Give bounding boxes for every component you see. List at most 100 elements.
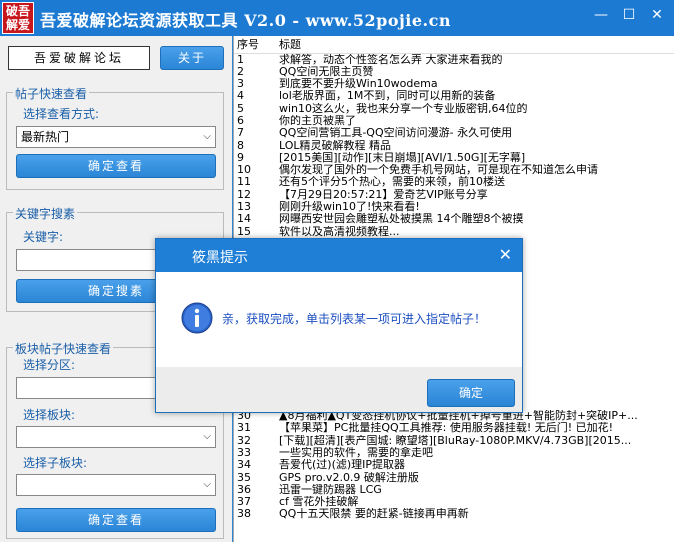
- dialog-title: 筱黑提示: [192, 250, 248, 266]
- row-title: 一些实用的软件，需要的拿走吧: [279, 447, 433, 459]
- row-number: 13: [237, 201, 251, 214]
- dialog-message: 亲，获取完成，单击列表某一项可进入指定帖子！: [222, 312, 487, 326]
- close-button[interactable]: ✕: [644, 4, 670, 26]
- row-title: cf 雪花外挂破解: [279, 496, 359, 509]
- dialog-close-icon[interactable]: ✕: [499, 245, 512, 264]
- row-title: 吾爱代(过)(滤)理IP提取器: [279, 459, 406, 472]
- table-row[interactable]: 36 迅雷一键防踢器 LCG: [234, 484, 674, 496]
- row-title: LOL精灵破解教程 精品: [279, 139, 392, 152]
- row-number: 33: [237, 447, 251, 459]
- app-logo: 破吾 解爱: [2, 2, 34, 34]
- row-title: 迅雷一键防踢器 LCG: [279, 483, 382, 496]
- row-number: 9: [237, 151, 244, 164]
- table-row[interactable]: 4 lol老版界面，1M不到，同时可以用新的装备: [234, 90, 674, 102]
- table-row[interactable]: 13 刚刚升级win10了!快来看看!: [234, 201, 674, 213]
- table-row[interactable]: 1 求解答，动态个性签名怎么弄 大家进来看我的: [234, 53, 674, 66]
- table-row[interactable]: 38 QQ十五天限禁 要的赶紧-链接再申再新: [234, 508, 674, 520]
- sub-board-label: 选择子板块:: [23, 456, 88, 470]
- logo-line-2: 解爱: [5, 18, 30, 32]
- row-number: 37: [237, 496, 251, 509]
- board-select[interactable]: ⌵: [16, 426, 216, 448]
- column-header-title[interactable]: 标题: [276, 36, 674, 54]
- table-row[interactable]: 31 【苹果菜】PC批量挂QQ工具推荐: 使用服务器挂载! 无后门! 已加花!: [234, 422, 674, 434]
- info-icon: [181, 302, 213, 334]
- row-title: 偶尔发现了国外的一个免费手机号网站，可是现在不知道怎么申请: [279, 164, 598, 177]
- chevron-down-icon: ⌵: [203, 431, 211, 442]
- confirm-view-button[interactable]: 确定查看: [16, 154, 216, 178]
- title-bar[interactable]: 破吾 解爱 吾爱破解论坛资源获取工具 V2.0 - www.52pojie.cn…: [0, 0, 674, 36]
- view-mode-label: 选择查看方式:: [23, 107, 100, 121]
- logo-line-1: 破吾: [5, 4, 30, 18]
- dialog-footer: 确定: [156, 367, 522, 412]
- sub-board-select[interactable]: ⌵: [16, 474, 216, 496]
- row-number: 3: [237, 78, 244, 91]
- row-title: QQ空间无限主页赞: [279, 65, 374, 78]
- keyword-group-title: 关键字搜素: [13, 205, 78, 222]
- dialog-body: 亲，获取完成，单击列表某一项可进入指定帖子！: [156, 272, 522, 367]
- table-row[interactable]: 8 LOL精灵破解教程 精品: [234, 140, 674, 152]
- table-row[interactable]: 12 【7月29日20:57:21】爱奇艺VIP账号分享: [234, 189, 674, 201]
- row-number: 11: [237, 176, 251, 189]
- row-number: 15: [237, 225, 251, 238]
- row-number: 6: [237, 114, 244, 127]
- row-number: 8: [237, 139, 244, 152]
- board-group-title: 板块帖子快速查看: [13, 340, 114, 357]
- row-title: 【7月29日20:57:21】爱奇艺VIP账号分享: [279, 188, 488, 201]
- row-number: 38: [237, 508, 251, 521]
- row-title: GPS pro.v2.0.9 破解注册版: [279, 471, 419, 484]
- row-title: 求解答，动态个性签名怎么弄 大家进来看我的: [279, 53, 503, 66]
- minimize-button[interactable]: —: [588, 4, 614, 26]
- row-title: 网曝西安世园会雕塑私处被摸黑 14个雕塑8个被摸: [279, 213, 524, 226]
- quick-view-group-title: 帖子快速查看: [13, 85, 90, 102]
- row-title: [下载][超清][表产国城: 瞭望塔][BluRay-1080P.MKV/4.7…: [279, 434, 632, 447]
- view-mode-select[interactable]: 最新热门 ⌵: [16, 126, 216, 148]
- chevron-down-icon: ⌵: [203, 479, 211, 490]
- row-title: lol老版界面，1M不到，同时可以用新的装备: [279, 90, 496, 103]
- row-number: 5: [237, 102, 244, 115]
- row-number: 14: [237, 213, 251, 226]
- row-title: [2015美国][动作][末日崩塌][AVI/1.50G][无字幕]: [279, 151, 526, 164]
- table-row[interactable]: 11 还有5个评分5个热心，需要的来领，前10楼送: [234, 176, 674, 188]
- dialog-title-bar[interactable]: 筱黑提示 ✕: [156, 239, 522, 272]
- confirm-board-view-button[interactable]: 确定查看: [16, 508, 216, 532]
- table-row[interactable]: 7 QQ空间营销工具-QQ空间访问漫游- 永久可使用: [234, 127, 674, 139]
- about-button[interactable]: 关于: [160, 46, 224, 70]
- chevron-down-icon: ⌵: [203, 131, 211, 142]
- keyword-label: 关键字:: [23, 230, 64, 244]
- table-row[interactable]: 37 cf 雪花外挂破解: [234, 496, 674, 508]
- row-title: 刚刚升级win10了!快来看看!: [279, 201, 420, 214]
- table-row[interactable]: 10 偶尔发现了国外的一个免费手机号网站，可是现在不知道怎么申请: [234, 164, 674, 176]
- table-row[interactable]: 33 一些实用的软件，需要的拿走吧: [234, 447, 674, 459]
- row-title: win10这么火，我也来分享一个专业版密钥,64位的: [279, 102, 528, 115]
- row-title: 还有5个评分5个热心，需要的来领，前10楼送: [279, 176, 505, 189]
- row-title: QQ十五天限禁 要的赶紧-链接再申再新: [279, 508, 469, 521]
- table-row[interactable]: 34 吾爱代(过)(滤)理IP提取器: [234, 459, 674, 471]
- table-row[interactable]: 14 网曝西安世园会雕塑私处被摸黑 14个雕塑8个被摸: [234, 213, 674, 225]
- app-window: 破吾 解爱 吾爱破解论坛资源获取工具 V2.0 - www.52pojie.cn…: [0, 0, 674, 542]
- quick-view-group: 帖子快速查看 选择查看方式: 最新热门 ⌵ 确定查看: [6, 85, 224, 190]
- row-number: 34: [237, 459, 251, 472]
- table-row[interactable]: 6 你的主页被黑了: [234, 115, 674, 127]
- row-title: 软件以及高清视频教程...: [279, 225, 400, 238]
- ok-button[interactable]: 确定: [427, 379, 515, 407]
- column-header-no[interactable]: 序号: [234, 36, 276, 54]
- row-number: 4: [237, 90, 244, 103]
- table-row[interactable]: 32 [下载][超清][表产国城: 瞭望塔][BluRay-1080P.MKV/4…: [234, 435, 674, 447]
- row-number: 7: [237, 127, 244, 140]
- table-row[interactable]: 3 到底要不要升级Win10wodema: [234, 78, 674, 90]
- window-title: 吾爱破解论坛资源获取工具 V2.0 - www.52pojie.cn: [40, 11, 452, 30]
- row-number: 31: [237, 422, 251, 435]
- table-row[interactable]: 9 [2015美国][动作][末日崩塌][AVI/1.50G][无字幕]: [234, 152, 674, 164]
- forum-name-box: 吾爱破解论坛: [8, 46, 150, 70]
- row-number: 12: [237, 188, 251, 201]
- row-number: 2: [237, 65, 244, 78]
- table-row[interactable]: 35 GPS pro.v2.0.9 破解注册版: [234, 472, 674, 484]
- row-title: 你的主页被黑了: [279, 114, 356, 127]
- table-row[interactable]: 2 QQ空间无限主页赞: [234, 66, 674, 78]
- maximize-button[interactable]: ☐: [616, 4, 642, 26]
- row-number: 35: [237, 471, 251, 484]
- table-row[interactable]: 15 软件以及高清视频教程...: [234, 226, 674, 238]
- board-label: 选择板块:: [23, 408, 76, 422]
- table-row[interactable]: 5 win10这么火，我也来分享一个专业版密钥,64位的: [234, 103, 674, 115]
- row-number: 36: [237, 483, 251, 496]
